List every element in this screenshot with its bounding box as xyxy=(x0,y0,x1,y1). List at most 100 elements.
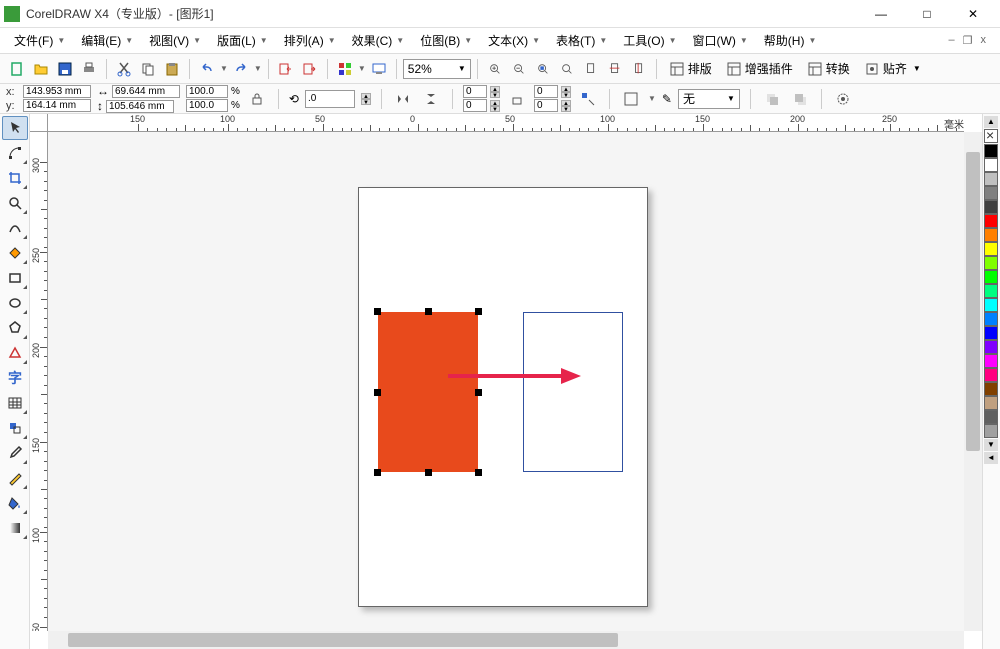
rotation-input[interactable] xyxy=(305,90,355,108)
menu-tools[interactable]: 工具(O)▼ xyxy=(617,29,682,52)
menu-file[interactable]: 文件(F)▼ xyxy=(8,29,71,52)
zoom-all-button[interactable] xyxy=(556,58,578,80)
zoom-tool[interactable] xyxy=(2,191,28,215)
maximize-button[interactable]: □ xyxy=(904,0,950,28)
ruler-horizontal[interactable]: 毫米 15010050050100150200250300 xyxy=(48,114,964,132)
undo-button[interactable] xyxy=(196,58,218,80)
swatch[interactable] xyxy=(984,298,998,312)
snap-button[interactable]: 贴齐▼ xyxy=(858,58,927,80)
swatch[interactable] xyxy=(984,410,998,424)
copy-button[interactable] xyxy=(137,58,159,80)
corner-bl-input[interactable] xyxy=(463,99,487,112)
swatch[interactable] xyxy=(984,340,998,354)
open-button[interactable] xyxy=(30,58,52,80)
menu-arrange[interactable]: 排列(A)▼ xyxy=(278,29,342,52)
menu-view[interactable]: 视图(V)▼ xyxy=(143,29,207,52)
zoom-combo[interactable]: 52%▼ xyxy=(403,59,471,79)
scrollbar-horizontal[interactable] xyxy=(48,631,964,649)
ruler-origin[interactable] xyxy=(30,114,48,132)
sel-handle-bl[interactable] xyxy=(374,469,381,476)
crop-tool[interactable] xyxy=(2,166,28,190)
freehand-tool[interactable] xyxy=(2,216,28,240)
swatch[interactable] xyxy=(984,144,998,158)
zoom-selection-button[interactable] xyxy=(532,58,554,80)
swatch[interactable] xyxy=(984,326,998,340)
swatch[interactable] xyxy=(984,158,998,172)
mdi-close[interactable]: x xyxy=(981,34,987,47)
swatch[interactable] xyxy=(984,200,998,214)
pick-tool[interactable] xyxy=(2,116,28,140)
spin-down[interactable]: ▼ xyxy=(361,99,371,105)
zoom-width-button[interactable] xyxy=(604,58,626,80)
scale-y-input[interactable] xyxy=(186,99,228,112)
print-button[interactable] xyxy=(78,58,100,80)
enhance-plugin-button[interactable]: 增强插件 xyxy=(720,58,799,80)
swatch[interactable] xyxy=(984,368,998,382)
swatch[interactable] xyxy=(984,256,998,270)
swatch[interactable] xyxy=(984,270,998,284)
interactive-tool[interactable] xyxy=(2,416,28,440)
sel-handle-tm[interactable] xyxy=(425,308,432,315)
menu-table[interactable]: 表格(T)▼ xyxy=(550,29,613,52)
zoom-out-button[interactable] xyxy=(508,58,530,80)
polygon-tool[interactable] xyxy=(2,316,28,340)
close-button[interactable]: ✕ xyxy=(950,0,996,28)
save-button[interactable] xyxy=(54,58,76,80)
corner-tl-input[interactable] xyxy=(463,85,487,98)
new-button[interactable] xyxy=(6,58,28,80)
shape-tool[interactable] xyxy=(2,141,28,165)
swatch[interactable] xyxy=(984,382,998,396)
export-button[interactable] xyxy=(299,58,321,80)
sel-handle-bm[interactable] xyxy=(425,469,432,476)
y-input[interactable] xyxy=(23,99,91,112)
outline-width-combo[interactable]: 无▼ xyxy=(678,89,740,109)
text-tool[interactable]: 字 xyxy=(2,366,28,390)
swatch[interactable] xyxy=(984,228,998,242)
red-rectangle[interactable] xyxy=(378,312,478,472)
mdi-minimize[interactable]: – xyxy=(949,34,955,47)
ellipse-tool[interactable] xyxy=(2,291,28,315)
menu-edit[interactable]: 编辑(E)▼ xyxy=(75,29,139,52)
sel-handle-mr[interactable] xyxy=(475,389,482,396)
swatch[interactable] xyxy=(984,172,998,186)
wrap-text-button[interactable] xyxy=(620,88,642,110)
scale-x-input[interactable] xyxy=(186,85,228,98)
menu-help[interactable]: 帮助(H)▼ xyxy=(758,29,823,52)
scrollbar-vertical[interactable] xyxy=(964,132,982,631)
corner-br-input[interactable] xyxy=(534,99,558,112)
menu-layout[interactable]: 版面(L)▼ xyxy=(211,29,274,52)
menu-text[interactable]: 文本(X)▼ xyxy=(482,29,546,52)
lock-ratio-button[interactable] xyxy=(246,88,268,110)
mirror-h-button[interactable] xyxy=(392,88,414,110)
sel-handle-tl[interactable] xyxy=(374,308,381,315)
swatch[interactable] xyxy=(984,312,998,326)
menu-bitmap[interactable]: 位图(B)▼ xyxy=(414,29,478,52)
palette-down[interactable]: ▼ xyxy=(984,439,998,451)
zoom-in-button[interactable] xyxy=(484,58,506,80)
front-button[interactable] xyxy=(761,88,783,110)
smart-fill-tool[interactable] xyxy=(2,241,28,265)
layout-button[interactable]: 排版 xyxy=(663,58,718,80)
app-launcher-button[interactable] xyxy=(334,58,356,80)
welcome-button[interactable] xyxy=(368,58,390,80)
swatch[interactable] xyxy=(984,396,998,410)
swatch[interactable] xyxy=(984,284,998,298)
swatch-none[interactable] xyxy=(984,129,998,143)
sel-handle-br[interactable] xyxy=(475,469,482,476)
ruler-vertical[interactable]: 300250200150100500 xyxy=(30,132,48,631)
menu-effects[interactable]: 效果(C)▼ xyxy=(346,29,411,52)
swatch[interactable] xyxy=(984,186,998,200)
menu-window[interactable]: 窗口(W)▼ xyxy=(687,29,754,52)
table-tool[interactable] xyxy=(2,391,28,415)
outline-tool[interactable] xyxy=(2,466,28,490)
corner-tr-input[interactable] xyxy=(534,85,558,98)
fill-tool[interactable] xyxy=(2,491,28,515)
zoom-page-button[interactable] xyxy=(580,58,602,80)
palette-expand[interactable]: ◄ xyxy=(984,452,998,464)
minimize-button[interactable]: — xyxy=(858,0,904,28)
zoom-height-button[interactable] xyxy=(628,58,650,80)
eyedropper-tool[interactable] xyxy=(2,441,28,465)
cut-button[interactable] xyxy=(113,58,135,80)
back-button[interactable] xyxy=(789,88,811,110)
to-curves-button[interactable] xyxy=(577,88,599,110)
